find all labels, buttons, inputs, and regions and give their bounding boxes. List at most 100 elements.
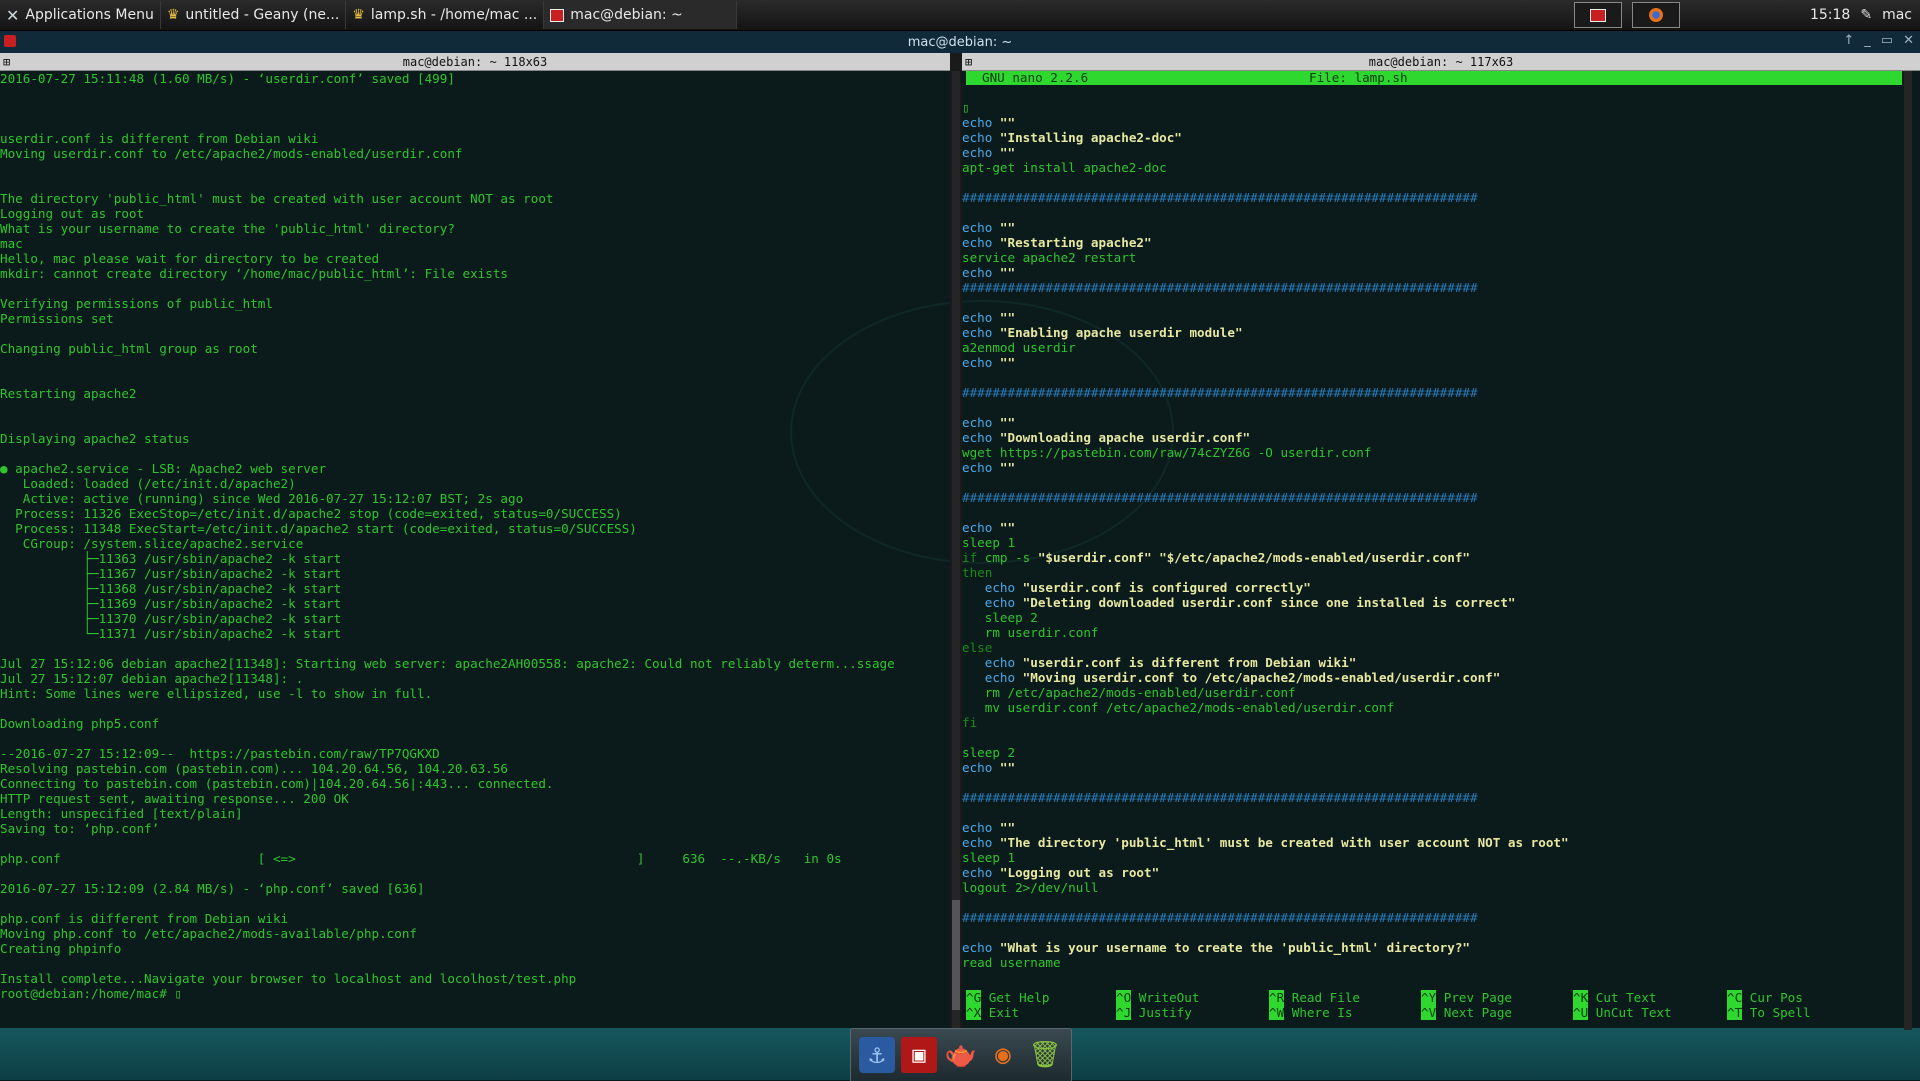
terminal-line: Process: 11326 ExecStop=/etc/init.d/apac… <box>0 506 622 521</box>
nano-shortcut[interactable]: ^G Get Help <box>966 990 1049 1005</box>
grid-icon[interactable]: ⊞ <box>3 55 10 69</box>
terminal-line: ├─11368 /usr/sbin/apache2 -k start <box>0 581 342 596</box>
right-pane-header[interactable]: ⊞ mac@debian: ~ 117x63 <box>962 53 1920 71</box>
shortcut-label: Read File <box>1284 990 1360 1005</box>
window-controls: ↑ _ ▭ ✕ <box>1843 33 1914 48</box>
nano-line: echo "Enabling apache userdir module" <box>962 325 1243 340</box>
nano-line: echo "" <box>962 310 1016 325</box>
nano-shortcut[interactable]: ^U UnCut Text <box>1573 1005 1672 1020</box>
taskbar-item-geany-untitled[interactable]: ♛ untitled - Geany (ne... <box>159 1 345 29</box>
nano-line: apt-get install apache2-doc <box>962 160 1167 175</box>
nano-line <box>962 775 1910 790</box>
nano-line: echo "Restarting apache2" <box>962 235 1152 250</box>
nano-shortcut[interactable]: ^X Exit <box>966 1005 1019 1020</box>
nano-shortcut[interactable]: ^C Cur Pos <box>1727 990 1803 1005</box>
workspace-1-button[interactable] <box>1573 2 1622 28</box>
geany-icon[interactable]: 🫖 <box>943 1037 979 1073</box>
nano-line <box>962 475 1910 490</box>
terminal-line: ● apache2.service - LSB: Apache2 web ser… <box>0 461 327 476</box>
nano-line: echo "Logging out as root" <box>962 865 1160 880</box>
terminal-icon <box>1589 8 1606 22</box>
nano-shortcut[interactable]: ^V Next Page <box>1421 1005 1512 1020</box>
terminal-line: Creating phpinfo <box>0 941 122 956</box>
nano-shortcut[interactable]: ^W Where Is <box>1269 1005 1352 1020</box>
nano-shortcut[interactable]: ^R Read File <box>1269 990 1360 1005</box>
shortcut-key: ^K <box>1573 990 1589 1005</box>
terminal-line: 2016-07-27 15:11:48 (1.60 MB/s) - ‘userd… <box>0 71 455 86</box>
nano-shortcut[interactable]: ^J Justify <box>1116 1005 1192 1020</box>
nano-line: read username <box>962 955 1061 970</box>
terminal-line: ├─11369 /usr/sbin/apache2 -k start <box>0 596 342 611</box>
nano-line <box>962 505 1910 520</box>
applications-menu-icon: ✕ <box>6 5 20 25</box>
firefox-icon[interactable]: ◉ <box>985 1037 1021 1073</box>
nano-shortcut[interactable]: ^O WriteOut <box>1116 990 1199 1005</box>
nano-shortcut[interactable]: ^T To Spell <box>1727 1005 1810 1020</box>
nano-shortcut[interactable]: ^K Cut Text <box>1573 990 1656 1005</box>
nano-line: echo "" <box>962 520 1016 535</box>
terminal-line: Downloading php5.conf <box>0 716 160 731</box>
terminal-icon[interactable]: ▣ <box>901 1037 937 1073</box>
user-icon: ✎ <box>1860 7 1873 23</box>
nano-line: echo "userdir.conf is configured correct… <box>984 580 1311 595</box>
anchor-icon[interactable]: ⚓ <box>859 1037 895 1073</box>
terminal-icon <box>550 8 565 22</box>
shortcut-key: ^J <box>1116 1005 1132 1020</box>
nano-line: a2enmod userdir <box>962 340 1076 355</box>
taskbar-item-terminal[interactable]: mac@debian: ~ <box>543 1 738 29</box>
clock[interactable]: 15:18 <box>1810 7 1850 23</box>
terminal-line: Restarting apache2 <box>0 386 137 401</box>
terminal-line: root@debian:/home/mac# ▯ <box>0 986 182 1001</box>
minimize-icon[interactable]: _ <box>1864 33 1871 48</box>
taskbar-item-label: lamp.sh - /home/mac ... <box>370 7 538 23</box>
workspace-2-button[interactable] <box>1631 2 1680 28</box>
taskbar-item-geany-lamp[interactable]: ♛ lamp.sh - /home/mac ... <box>345 1 543 29</box>
dock: ⚓ ▣ 🫖 ◉ 🗑 <box>850 1028 1072 1081</box>
shortcut-key: ^U <box>1573 1005 1589 1020</box>
applications-menu-button[interactable]: ✕ Applications Menu <box>0 1 160 29</box>
maximize-icon[interactable]: ▭ <box>1881 33 1893 48</box>
terminal-line: The directory 'public_html' must be crea… <box>0 191 554 206</box>
nano-line: echo "What is your username to create th… <box>962 940 1471 955</box>
nano-line <box>962 895 1910 910</box>
terminal-line: Install complete...Navigate your browser… <box>0 971 577 986</box>
left-scrollbar-thumb[interactable] <box>952 900 960 1010</box>
terminal-line: Changing public_html group as root <box>0 341 258 356</box>
nano-line <box>962 730 1910 745</box>
terminal-output: 2016-07-27 15:11:48 (1.60 MB/s) - ‘userd… <box>0 71 950 1001</box>
terminal-line: php.conf is different from Debian wiki <box>0 911 289 926</box>
nano-buffer[interactable]: ▯ echo "" echo "Installing apache2-doc" ech… <box>962 100 1910 970</box>
nano-line: ▯ <box>962 100 970 115</box>
terminal-line: Connecting to pastebin.com (pastebin.com… <box>0 776 554 791</box>
nano-line: echo "userdir.conf is different from Deb… <box>984 655 1357 670</box>
trash-icon[interactable]: 🗑 <box>1027 1037 1063 1073</box>
nano-file: File: lamp.sh <box>1309 70 1408 85</box>
terminal-line: Saving to: ‘php.conf’ <box>0 821 160 836</box>
terminal-line: Resolving pastebin.com (pastebin.com)...… <box>0 761 508 776</box>
left-scrollbar[interactable] <box>952 71 960 1030</box>
left-pane-header[interactable]: ⊞ mac@debian: ~ 118x63 <box>0 53 950 71</box>
nano-line: else <box>962 640 993 655</box>
close-icon[interactable]: ✕ <box>1903 33 1914 48</box>
nano-line: echo "" <box>962 115 1016 130</box>
left-terminal[interactable]: 2016-07-27 15:11:48 (1.60 MB/s) - ‘userd… <box>0 71 950 1030</box>
nano-editor[interactable]: ▯ echo "" echo "Installing apache2-doc" ech… <box>962 100 1910 990</box>
shortcut-key: ^C <box>1727 990 1743 1005</box>
user-name[interactable]: mac <box>1882 7 1912 23</box>
firefox-icon <box>1648 8 1663 22</box>
grid-icon[interactable]: ⊞ <box>965 55 972 69</box>
taskbar-item-label: mac@debian: ~ <box>570 7 683 23</box>
shade-icon[interactable]: ↑ <box>1843 33 1854 48</box>
right-scrollbar[interactable] <box>1904 71 1912 1030</box>
shortcut-key: ^V <box>1421 1005 1437 1020</box>
window-title-bar[interactable]: mac@debian: ~ ↑ _ ▭ ✕ <box>0 31 1920 54</box>
nano-shortcut[interactable]: ^Y Prev Page <box>1421 990 1512 1005</box>
